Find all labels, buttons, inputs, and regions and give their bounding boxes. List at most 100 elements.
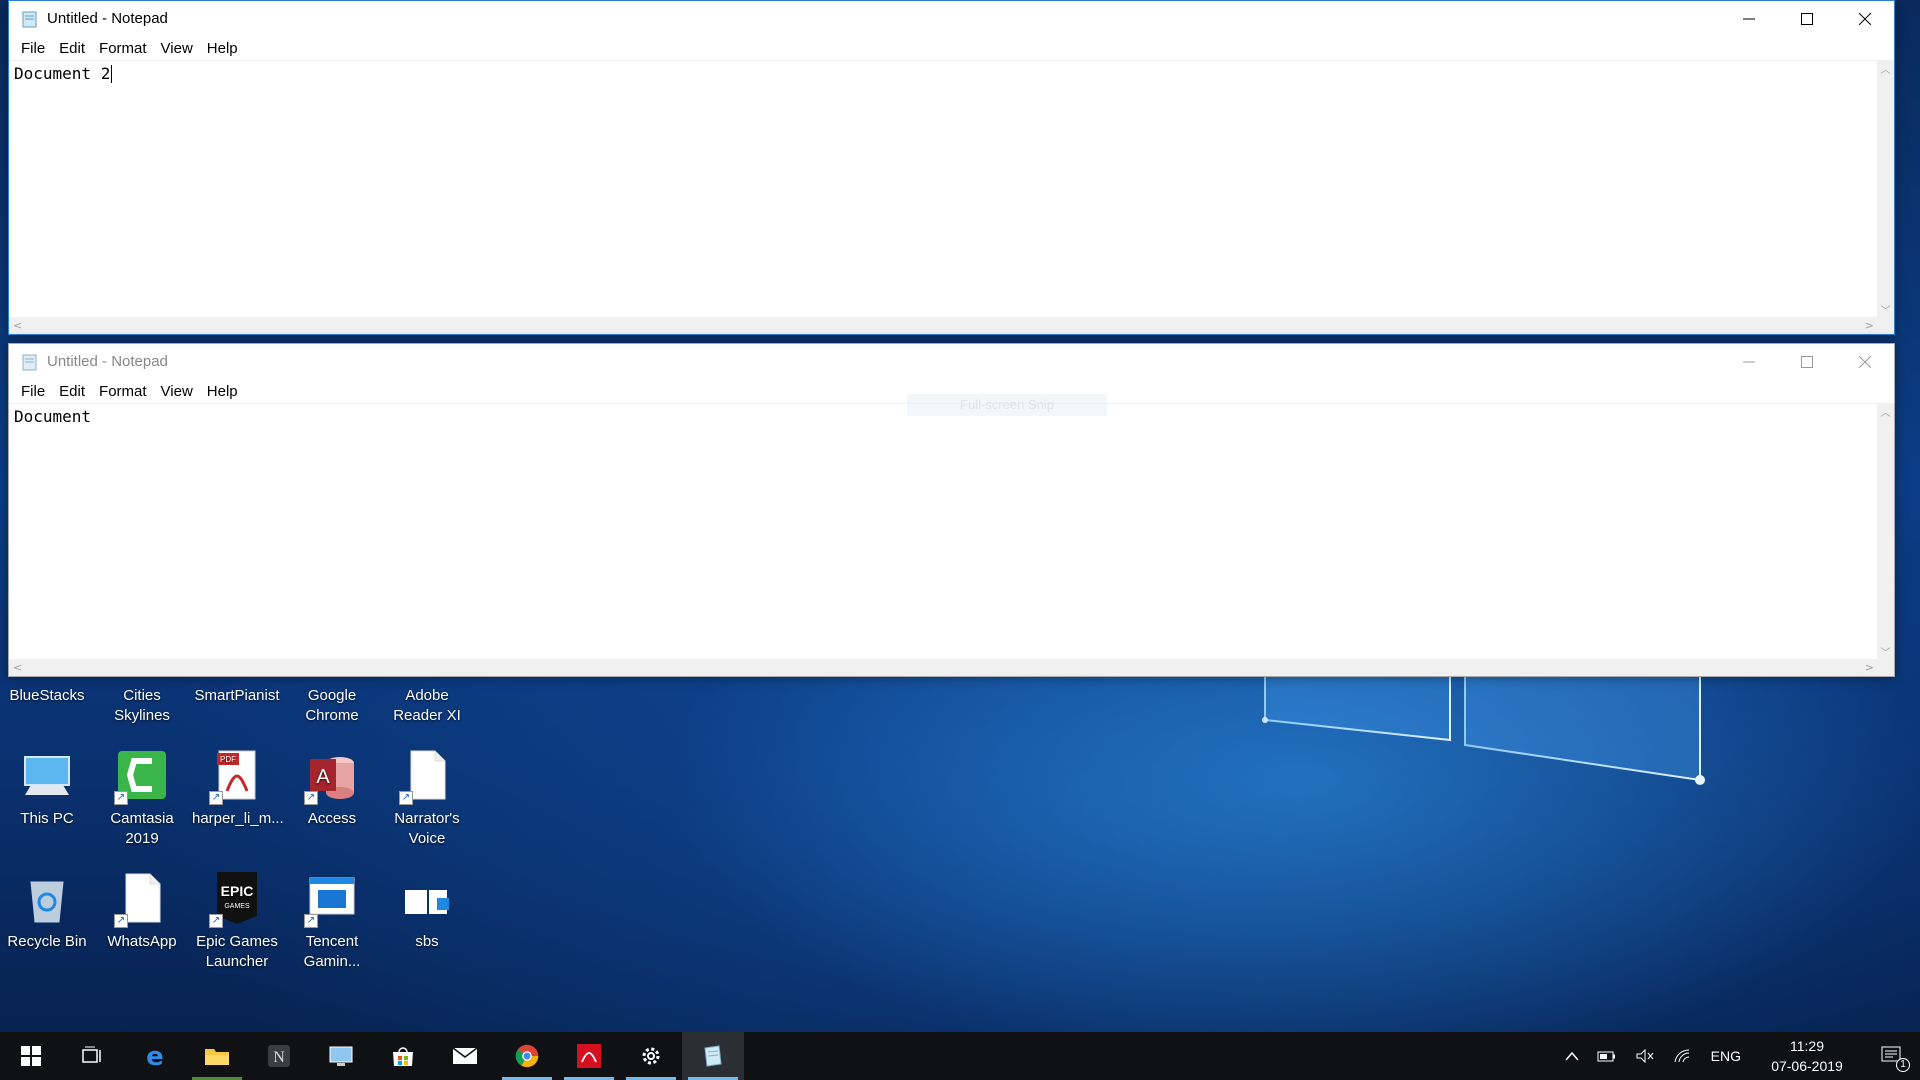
network-button[interactable] [1664, 1032, 1702, 1080]
taskbar-settings-button[interactable] [620, 1032, 682, 1080]
desktop-icon-sbs[interactable]: sbs [382, 868, 472, 952]
notepad-window-inactive: Untitled - Notepad File Edit Format View… [8, 343, 1895, 677]
sbs-icon [397, 868, 457, 928]
notepad-icon [701, 1044, 725, 1068]
desktop-icon-recycle-bin[interactable]: Recycle Bin [2, 868, 92, 952]
menu-edit[interactable]: Edit [52, 38, 92, 59]
clock[interactable]: 11:29 07-06-2019 [1750, 1032, 1864, 1080]
taskbar-acrobat-button[interactable] [558, 1032, 620, 1080]
remote-desktop-icon [328, 1044, 354, 1068]
svg-text:PDF: PDF [220, 755, 236, 764]
epic-games-icon: EPIC GAMES ↗ [207, 868, 267, 928]
notepad-titlebar[interactable]: Untitled - Notepad [9, 1, 1894, 36]
volume-button[interactable] [1626, 1032, 1664, 1080]
menu-help[interactable]: Help [200, 381, 245, 402]
taskbar-file-explorer-button[interactable] [186, 1032, 248, 1080]
menu-format[interactable]: Format [92, 381, 154, 402]
close-button[interactable] [1836, 344, 1894, 379]
taskbar-start-button[interactable] [0, 1032, 62, 1080]
taskbar-apps: eN [0, 1032, 744, 1080]
scroll-down-icon[interactable]: ﹀ [1881, 644, 1891, 659]
this-pc-icon [17, 745, 77, 805]
battery-button[interactable] [1588, 1032, 1626, 1080]
desktop-icon-label: Cities Skylines [114, 687, 170, 724]
horizontal-scrollbar[interactable]: < > [9, 659, 1894, 676]
svg-text:A: A [316, 766, 330, 788]
desktop-icon-harper-li-m[interactable]: PDF ↗ harper_li_m... [192, 745, 284, 829]
desktop-icon-label: sbs [415, 933, 439, 950]
store-icon [391, 1044, 415, 1068]
volume-muted-icon [1636, 1048, 1654, 1064]
vertical-scrollbar[interactable]: ︿ ﹀ [1877, 61, 1894, 317]
desktop-icon-label: SmartPianist [194, 687, 280, 704]
shortcut-arrow-icon: ↗ [399, 791, 413, 805]
maximize-button[interactable] [1778, 1, 1836, 36]
scroll-right-icon[interactable]: > [1865, 661, 1874, 674]
desktop-icon-narrator-s-voice[interactable]: ↗ Narrator's Voice [382, 745, 472, 849]
notepad-icon [22, 11, 37, 27]
minimize-button[interactable] [1720, 344, 1778, 379]
menu-edit[interactable]: Edit [52, 381, 92, 402]
show-hidden-icons-button[interactable] [1556, 1032, 1588, 1080]
desktop-icon-whatsapp[interactable]: ↗ WhatsApp [97, 868, 187, 952]
notepad-titlebar[interactable]: Untitled - Notepad [9, 344, 1894, 379]
taskbar-notepad-button[interactable] [682, 1032, 744, 1080]
camtasia-icon: ↗ [112, 745, 172, 805]
desktop-icon-epic-games-launcher[interactable]: EPIC GAMES ↗ Epic Games Launcher [192, 868, 282, 972]
wifi-icon [1674, 1049, 1689, 1063]
close-icon [1859, 12, 1871, 25]
desktop-icon-label: Epic Games Launcher [196, 933, 278, 970]
desktop-icon-label: Recycle Bin [7, 933, 87, 950]
svg-text:e: e [146, 1043, 164, 1069]
scroll-left-icon[interactable]: < [13, 319, 22, 332]
recycle-bin-icon [17, 868, 77, 928]
shortcut-arrow-icon: ↗ [304, 791, 318, 805]
minimize-button[interactable] [1720, 1, 1778, 36]
desktop-icon-label: BlueStacks [9, 687, 85, 704]
minimize-icon [1743, 361, 1755, 362]
text-caret [111, 65, 113, 83]
taskbar-chrome-button[interactable] [496, 1032, 558, 1080]
text-editor[interactable]: Document [9, 404, 1877, 659]
vertical-scrollbar[interactable]: ︿ ﹀ [1877, 404, 1894, 659]
desktop-icon-tencent-gamin[interactable]: ↗ Tencent Gamin... [287, 868, 377, 972]
taskbar-remote-desktop-button[interactable] [310, 1032, 372, 1080]
notion-icon: N [267, 1044, 291, 1068]
task-view-icon [82, 1046, 104, 1066]
scroll-up-icon[interactable]: ︿ [1881, 404, 1891, 419]
scroll-left-icon[interactable]: < [13, 661, 22, 674]
desktop-icon-access[interactable]: A ↗ Access [287, 745, 377, 829]
menu-bar: File Edit Format View Help [9, 36, 1894, 61]
scroll-up-icon[interactable]: ︿ [1881, 61, 1891, 76]
taskbar-notion-button[interactable]: N [248, 1032, 310, 1080]
scroll-right-icon[interactable]: > [1865, 319, 1874, 332]
desktop-icon-label: Access [307, 810, 357, 827]
desktop-icon-this-pc[interactable]: This PC [2, 745, 92, 829]
taskbar-task-view-button[interactable] [62, 1032, 124, 1080]
action-center-button[interactable]: 1 [1864, 1032, 1920, 1080]
desktop-icon-camtasia-2019[interactable]: ↗ Camtasia 2019 [97, 745, 187, 849]
taskbar-mail-button[interactable] [434, 1032, 496, 1080]
svg-text:EPIC: EPIC [221, 883, 254, 899]
access-icon: A ↗ [302, 745, 362, 805]
close-button[interactable] [1836, 1, 1894, 36]
language-indicator[interactable]: ENG [1702, 1032, 1750, 1080]
desktop-icon-label: Tencent Gamin... [303, 933, 361, 970]
scroll-down-icon[interactable]: ﹀ [1881, 302, 1891, 317]
horizontal-scrollbar[interactable]: < > [9, 317, 1894, 334]
maximize-button[interactable] [1778, 344, 1836, 379]
menu-format[interactable]: Format [92, 38, 154, 59]
taskbar-edge-button[interactable]: e [124, 1032, 186, 1080]
window-title: Untitled - Notepad [47, 10, 168, 27]
notepad-window-active: Untitled - Notepad File Edit Format View… [8, 0, 1895, 335]
menu-help[interactable]: Help [200, 38, 245, 59]
desktop-icon-label: Narrator's Voice [394, 810, 460, 847]
taskbar-store-button[interactable] [372, 1032, 434, 1080]
menu-file[interactable]: File [14, 38, 52, 59]
notification-count-badge: 1 [1896, 1058, 1910, 1072]
text-editor[interactable]: Document 2 [9, 61, 1877, 317]
menu-file[interactable]: File [14, 381, 52, 402]
shortcut-arrow-icon: ↗ [114, 914, 128, 928]
menu-view[interactable]: View [154, 381, 200, 402]
menu-view[interactable]: View [154, 38, 200, 59]
